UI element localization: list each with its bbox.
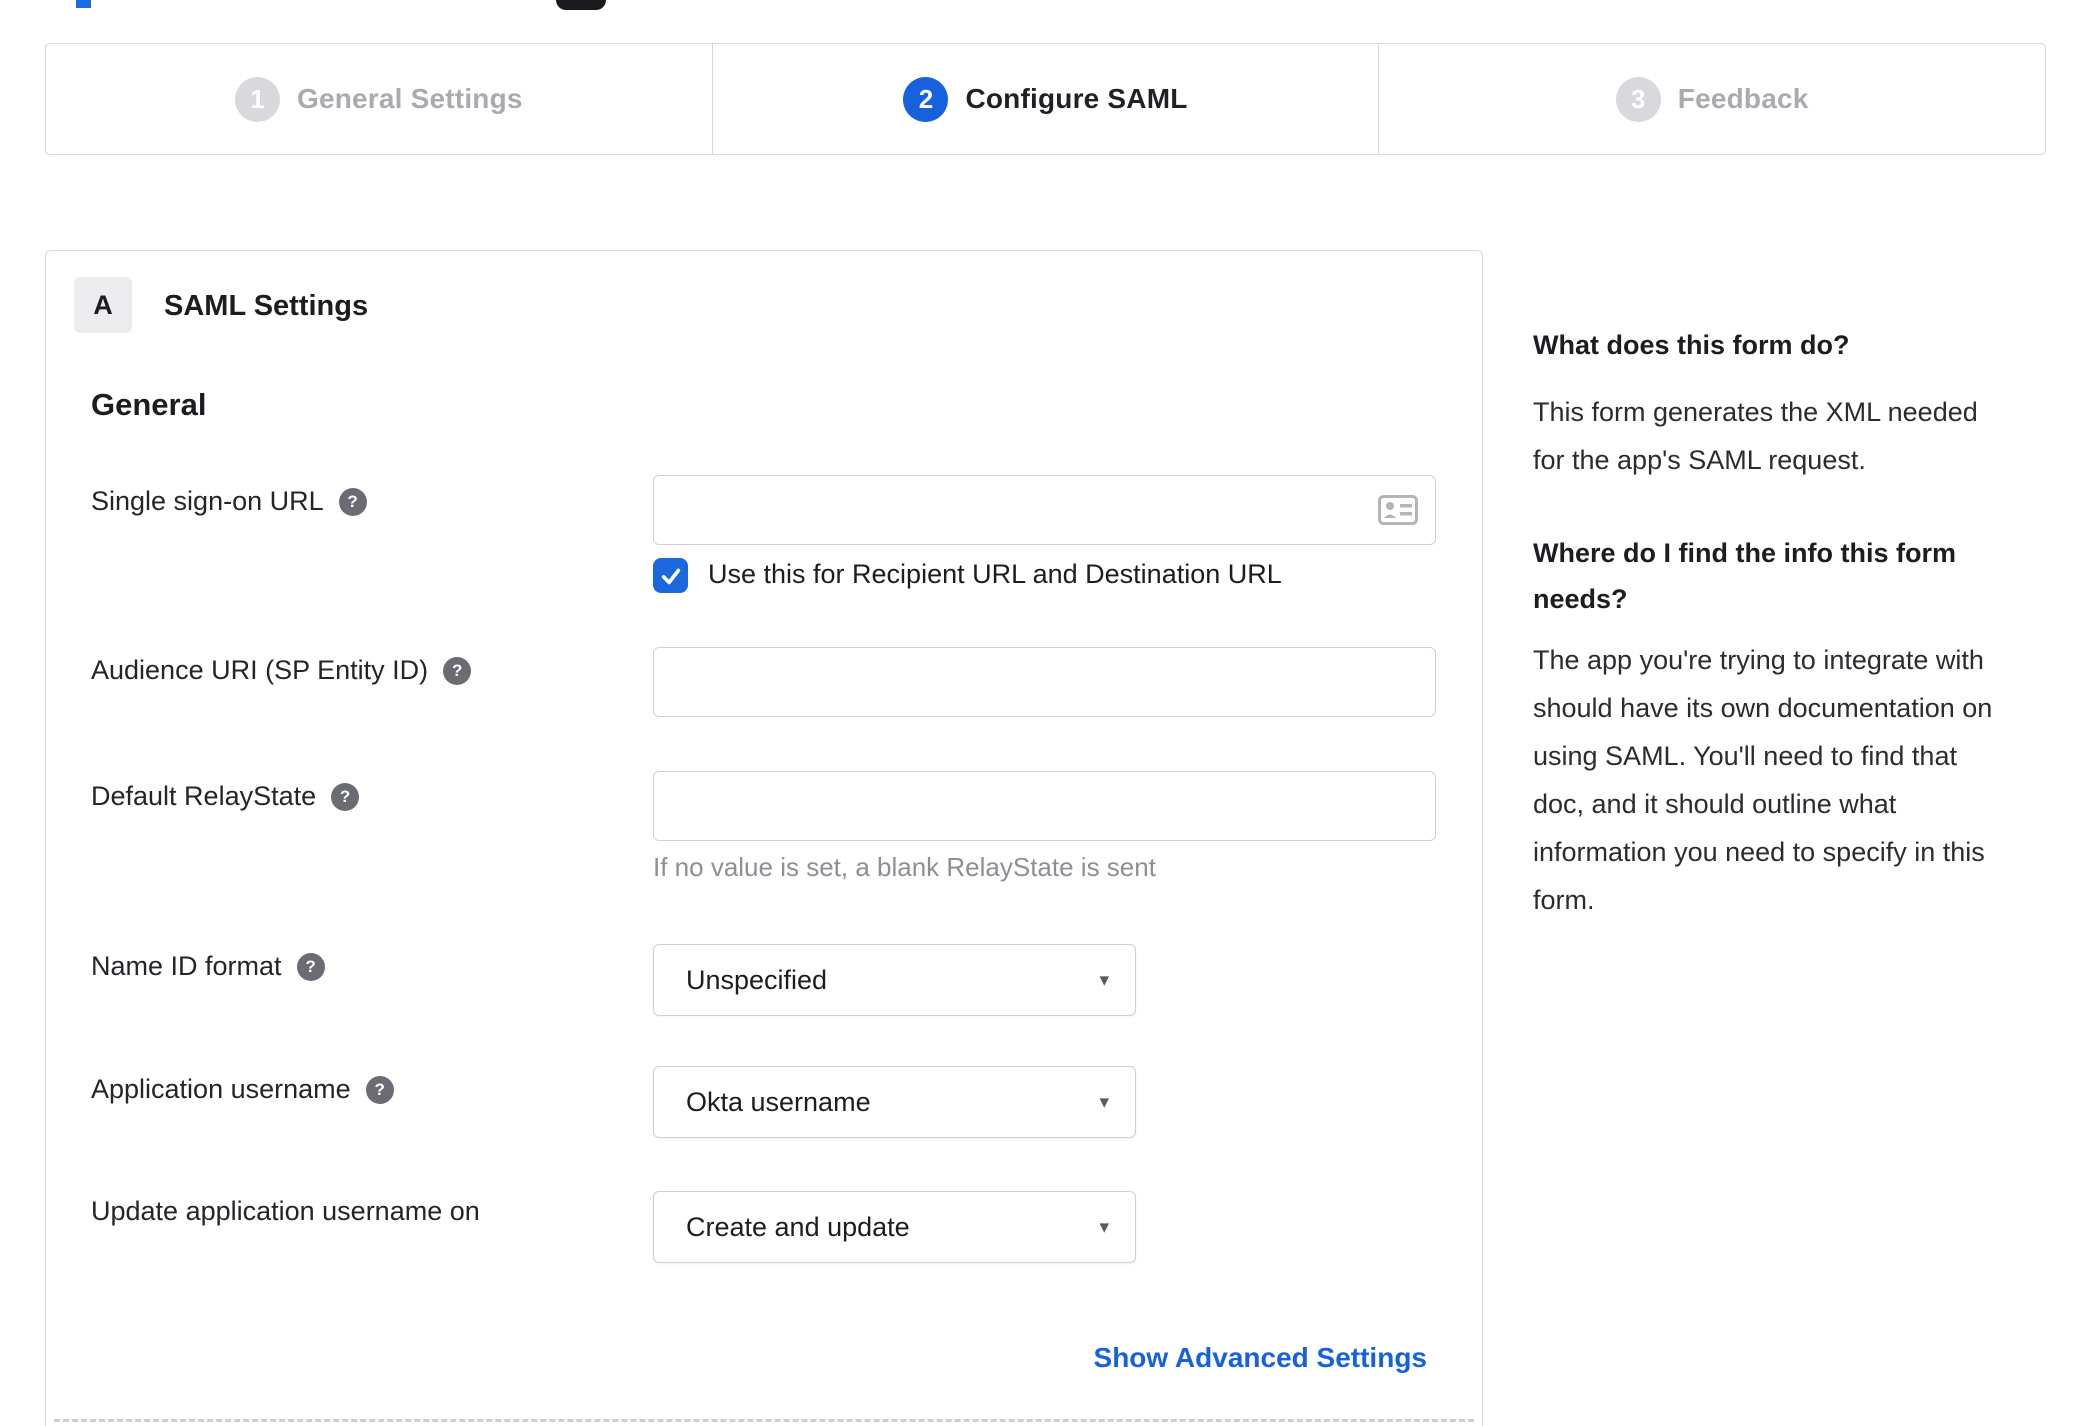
single-sign-on-url-input[interactable] <box>653 475 1436 545</box>
help-icon[interactable]: ? <box>331 782 360 811</box>
step-general-settings[interactable]: 1 General Settings <box>46 44 712 154</box>
application-username-label: Application username ? <box>91 1074 394 1105</box>
help-body-where: The app you're trying to integrate with … <box>1533 645 1993 915</box>
step-label: Feedback <box>1677 83 1809 114</box>
wizard-stepper: 1 General Settings 2 Configure SAML 3 Fe… <box>45 43 2046 155</box>
step-label: General Settings <box>296 83 523 114</box>
address-card-icon <box>1378 495 1418 525</box>
name-id-format-label: Name ID format ? <box>91 951 325 982</box>
section-title: SAML Settings <box>164 290 369 322</box>
single-sign-on-url-label: Single sign-on URL ? <box>91 486 367 517</box>
application-username-select[interactable]: Okta username ▾ <box>653 1066 1136 1138</box>
section-dashed-divider <box>54 1419 1474 1422</box>
section-a-badge: A <box>74 277 132 333</box>
help-sidebar: What does this form do? This form genera… <box>1533 322 2078 924</box>
selected-value: Unspecified <box>686 964 828 995</box>
help-icon[interactable]: ? <box>443 656 472 685</box>
selected-value: Okta username <box>686 1086 871 1117</box>
show-advanced-settings-link[interactable]: Show Advanced Settings <box>1094 1342 1427 1374</box>
use-for-recipient-checkbox-label: Use this for Recipient URL and Destinati… <box>708 559 1282 589</box>
help-icon[interactable]: ? <box>365 1075 394 1104</box>
name-id-format-select[interactable]: Unspecified ▾ <box>653 944 1136 1016</box>
help-heading-where: Where do I find the info this form needs… <box>1533 538 1956 614</box>
use-for-recipient-checkbox[interactable] <box>653 558 688 593</box>
help-body-what: This form generates the XML needed for t… <box>1533 397 1978 475</box>
check-icon <box>661 568 680 584</box>
chevron-down-icon: ▾ <box>1099 1216 1109 1238</box>
step-label: Configure SAML <box>965 83 1188 114</box>
relaystate-hint: If no value is set, a blank RelayState i… <box>653 852 1156 882</box>
saml-settings-panel: A SAML Settings General Single sign-on U… <box>45 250 1483 1426</box>
cut-off-toggle <box>556 0 606 10</box>
help-icon[interactable]: ? <box>338 487 367 516</box>
step-number-badge: 1 <box>234 76 280 122</box>
step-number-badge: 2 <box>903 76 949 122</box>
general-group-heading: General <box>91 387 207 422</box>
update-application-username-label: Update application username on <box>91 1196 480 1226</box>
step-number-badge: 3 <box>1615 76 1661 122</box>
default-relaystate-label: Default RelayState ? <box>91 781 360 812</box>
step-feedback[interactable]: 3 Feedback <box>1378 44 2045 154</box>
default-relaystate-input[interactable] <box>653 771 1436 841</box>
cut-off-tab-indicator <box>76 0 91 8</box>
update-application-username-select[interactable]: Create and update ▾ <box>653 1191 1136 1263</box>
step-configure-saml[interactable]: 2 Configure SAML <box>711 44 1379 154</box>
audience-uri-input[interactable] <box>653 647 1436 717</box>
help-heading-what: What does this form do? <box>1533 330 1850 360</box>
help-icon[interactable]: ? <box>296 952 325 981</box>
audience-uri-label: Audience URI (SP Entity ID) ? <box>91 655 472 686</box>
chevron-down-icon: ▾ <box>1099 1091 1109 1113</box>
selected-value: Create and update <box>686 1211 910 1242</box>
chevron-down-icon: ▾ <box>1099 969 1109 991</box>
